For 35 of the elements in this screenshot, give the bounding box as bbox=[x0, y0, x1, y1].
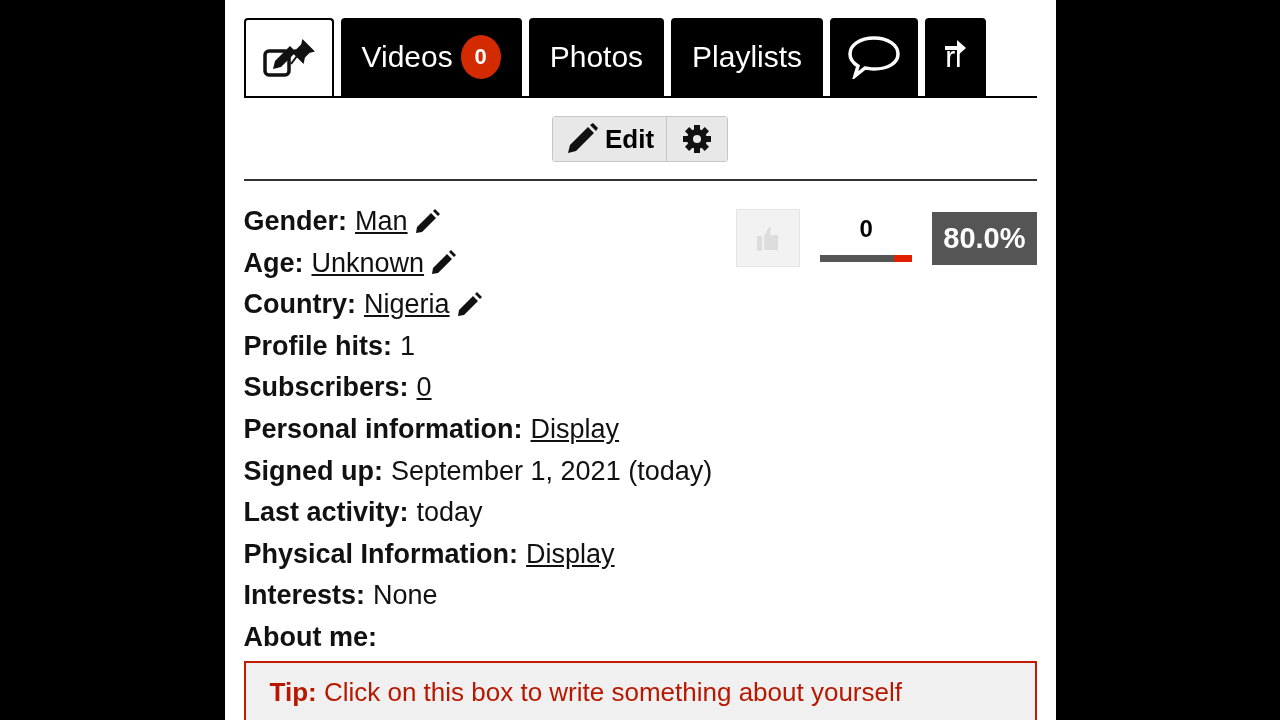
field-label: Age: bbox=[243, 246, 304, 280]
field-label: Last activity: bbox=[243, 496, 409, 530]
field-link[interactable]: Display bbox=[530, 408, 620, 451]
field-label: Signed up: bbox=[243, 454, 383, 488]
field-label: Physical Information: bbox=[243, 537, 519, 571]
rating-percent: 80.0% bbox=[932, 211, 1037, 265]
field-link[interactable]: Unknown bbox=[311, 242, 457, 285]
field-label: Gender: bbox=[243, 205, 348, 238]
field-link[interactable]: Display bbox=[526, 533, 615, 576]
tab[interactable] bbox=[830, 18, 919, 96]
field-value: September 1, 2021 (today) bbox=[391, 454, 713, 488]
tip-text: Tip: Click on this box to write something about yourself bbox=[269, 676, 902, 707]
field-link[interactable]: Man bbox=[355, 201, 440, 243]
field-label: Personal information: bbox=[243, 412, 523, 446]
like-count: 0 bbox=[859, 214, 873, 243]
field-value: 1 bbox=[400, 329, 416, 363]
field-label: About me: bbox=[243, 620, 377, 654]
field-value: None bbox=[373, 579, 438, 613]
field-label: Interests: bbox=[243, 579, 366, 613]
field-label: Subscribers: bbox=[243, 371, 409, 405]
about-me-box[interactable]: Tip: Click on this box to write something about yourself bbox=[243, 660, 1037, 720]
tab[interactable]: Photos bbox=[528, 18, 665, 96]
field-link[interactable]: 0 bbox=[416, 367, 432, 409]
edit-icon bbox=[262, 39, 315, 79]
tab[interactable]: Playlists bbox=[671, 18, 824, 96]
field-value: today bbox=[416, 496, 483, 530]
edit-button[interactable]: Edit bbox=[552, 117, 668, 161]
speech-bubble-icon bbox=[847, 35, 902, 79]
field-label: Profile hits: bbox=[243, 329, 392, 363]
field-link[interactable]: Nigeria bbox=[364, 284, 482, 326]
count-badge: 0 bbox=[460, 35, 501, 79]
tab[interactable] bbox=[243, 18, 334, 96]
settings-icon bbox=[682, 124, 713, 154]
tab[interactable]: Videos 0 bbox=[340, 18, 522, 96]
field-label: Country: bbox=[243, 288, 356, 322]
